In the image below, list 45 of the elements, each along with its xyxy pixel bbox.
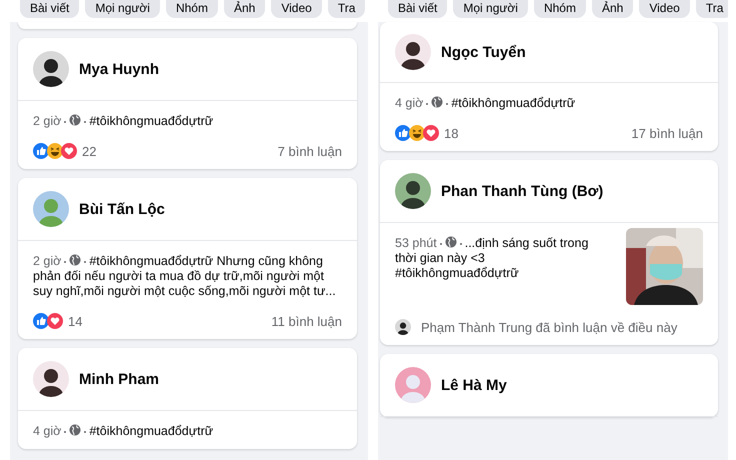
reaction-count[interactable]: 18 <box>444 126 458 140</box>
post-text: 4 giờ #tôikhôngmuađổdựtrữ <box>395 96 576 111</box>
filter-chip[interactable]: Nhóm <box>166 0 218 18</box>
globe-icon <box>69 424 82 436</box>
avatar[interactable] <box>395 319 411 335</box>
comment-note: Phạm Thành Trung đã bình luận về điều này <box>421 320 678 334</box>
like-icon <box>33 313 49 329</box>
globe-icon <box>444 236 457 248</box>
filter-chip[interactable]: Ảnh <box>224 0 266 18</box>
author-name[interactable]: Ngọc Tuyển <box>441 44 526 60</box>
filter-chip[interactable]: Mọi người <box>85 0 160 18</box>
filter-chip[interactable]: Video <box>271 0 322 18</box>
globe-icon <box>431 96 444 108</box>
avatar[interactable] <box>395 173 431 209</box>
globe-icon <box>69 114 82 126</box>
comment-count[interactable]: 17 bình luận <box>631 126 703 140</box>
filter-chip[interactable]: Ảnh <box>592 0 634 18</box>
filter-chip[interactable]: Tra <box>696 0 728 18</box>
filter-chip[interactable]: Bài viết <box>388 0 448 18</box>
post-text: 2 giờ #tôikhôngmuađổdựtrữ <box>33 114 214 129</box>
reaction-count[interactable]: 22 <box>82 144 96 158</box>
post-text: 2 giờ #tôikhôngmuađổdựtrữ Nhưng cũng không phản đối nếu người ta mua đồ dự trữ,mõi người một suy nghĩ,mõi người một cuộc sống,mõi người một tư... <box>33 254 337 299</box>
author-name[interactable]: Minh Pham <box>79 370 160 388</box>
post-text: 4 giờ #tôikhôngmuađổdựtrữ <box>33 424 214 439</box>
like-icon <box>33 143 49 159</box>
filter-chip[interactable]: Mọi người <box>453 0 528 18</box>
comment-count[interactable]: 11 bình luận <box>271 314 342 328</box>
filter-chip[interactable]: Bài viết <box>20 0 80 18</box>
avatar[interactable] <box>395 34 431 70</box>
filter-chip[interactable]: Video <box>639 0 690 18</box>
avatar[interactable] <box>33 361 69 397</box>
post-text: 53 phút ...định sáng suốt trong thời gian này <3 #tôikhôngmuađổdựtrữ <box>395 236 590 281</box>
comment-count[interactable]: 7 bình luận <box>278 144 342 158</box>
filter-chip[interactable]: Tra <box>328 0 366 18</box>
reaction-count[interactable]: 14 <box>68 314 82 328</box>
avatar[interactable] <box>33 51 69 87</box>
author-name[interactable]: Phan Thanh Tùng (Bơ) <box>441 182 604 200</box>
author-name[interactable]: Mya Huynh <box>79 60 160 78</box>
author-name[interactable]: Bùi Tấn Lộc <box>79 200 165 218</box>
globe-icon <box>69 254 82 266</box>
laughing-face-icon <box>409 125 425 141</box>
author-name[interactable]: Lê Hà My <box>441 376 507 394</box>
laughing-face-icon <box>47 143 63 159</box>
filter-chip[interactable]: Nhóm <box>534 0 586 18</box>
like-icon <box>395 125 411 141</box>
